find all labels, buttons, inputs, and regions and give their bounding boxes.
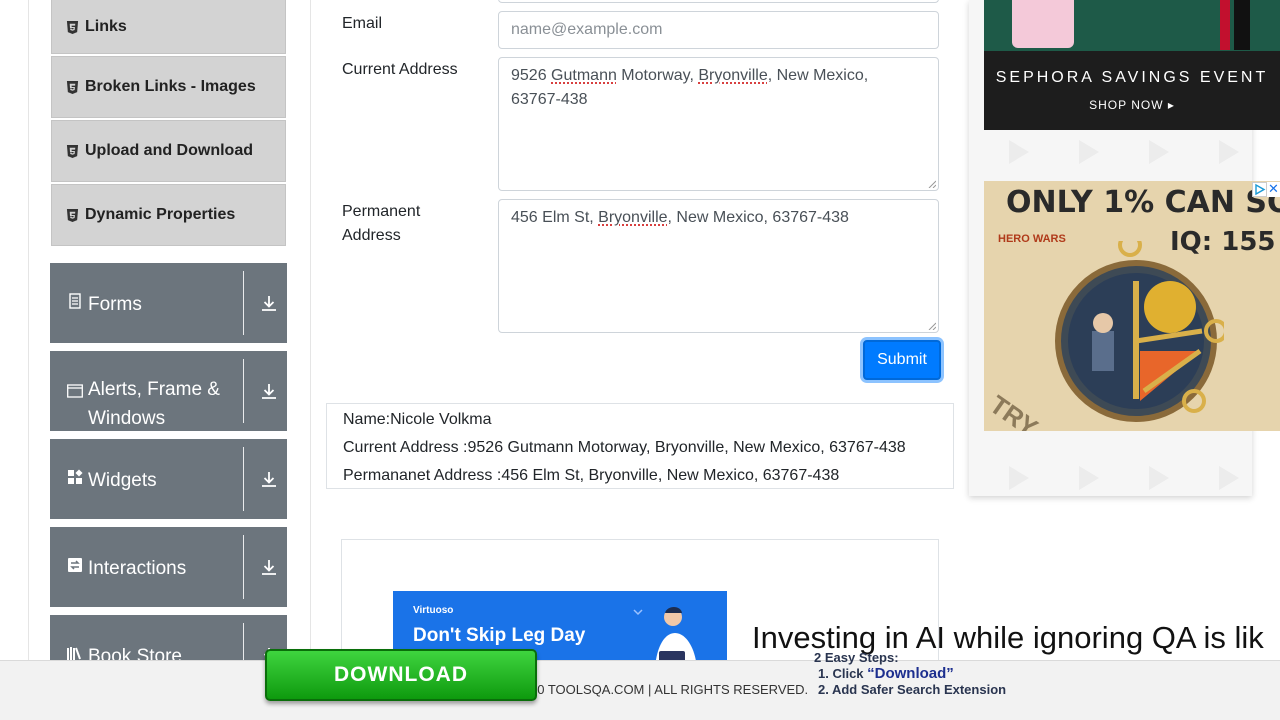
puzzle-illustration-icon [1055,241,1224,422]
sephora-ad[interactable]: SEPHORA SAVINGS EVENT SHOP NOW ▸ [984,0,1280,130]
html5-icon [66,144,79,158]
sephora-shop-now[interactable]: SHOP NOW ▸ [984,98,1280,112]
sidebar-group-alerts[interactable]: Alerts, Frame & Windows [50,351,287,431]
download-arrow-icon[interactable] [260,470,278,488]
sidebar-item-label: Dynamic Properties [85,206,236,223]
current-address-textarea[interactable]: 9526 Gutmann Motorway, Bryonville, New M… [498,57,939,191]
email-label: Email [342,15,383,32]
address-text: , New Mexico, [767,67,869,84]
resize-handle-icon[interactable] [928,180,936,188]
sidebar-group-label: Forms [88,294,142,315]
address-text: 9526 [511,67,552,84]
footer-copyright: 20 TOOLSQA.COM | ALL RIGHTS RESERVED. [530,682,809,697]
product-image [1234,0,1250,50]
download-steps: 2 Easy Steps: 1. Click “Download” 2. Add… [814,650,1006,698]
sidebar-item-label: Links [85,18,127,35]
address-text: 63767-438 [511,91,588,108]
group-divider [243,535,244,599]
sidebar-item-label: Broken Links - Images [85,78,256,95]
output-current-address: Current Address :9526 Gutmann Motorway, … [343,439,906,456]
label-line: Permanent [342,203,421,220]
address-text: , New Mexico, 63767-438 [667,209,849,226]
widgets-icon [68,469,83,484]
html5-icon [66,80,79,94]
ad-brand: Virtuoso [413,605,454,616]
form-icon [69,293,81,309]
permanent-address-textarea[interactable]: 456 Elm St, Bryonville, New Mexico, 6376… [498,199,939,333]
address-text: Motorway, [616,67,699,84]
hero-wars-ad[interactable]: ONLY 1% CAN SOLVE! IQ: 155 HERO WARS TRY [984,181,1280,431]
sidebar-group-forms[interactable]: Forms [50,263,287,343]
sidebar-group-widgets[interactable]: Widgets [50,439,287,519]
sidebar-group-interactions[interactable]: Interactions [50,527,287,607]
submit-button[interactable]: Submit [863,340,941,380]
sidebar-group-label: Interactions [88,558,187,579]
adchoices-icon[interactable] [1252,182,1267,197]
permanent-address-label: Permanent Address [342,200,420,248]
product-image [1220,0,1230,50]
step-2: 2. Add Safer Search Extension [818,682,1007,697]
step-text: 1. Click [818,666,868,681]
sidebar-item-broken-links[interactable]: Broken Links - Images [51,56,286,118]
sidebar-group-label: Widgets [88,470,157,491]
chevron-down-icon [633,609,643,616]
html5-icon [66,20,79,34]
sephora-title: SEPHORA SAVINGS EVENT [995,69,1269,86]
step-download-link[interactable]: “Download” [867,665,954,682]
interactions-icon [68,558,82,572]
resize-handle-icon[interactable] [928,322,936,330]
sidebar-item-links[interactable]: Links [51,0,286,54]
output-panel: Name:Nicole Volkma Current Address :9526… [326,403,954,489]
spellcheck-word: Bryonville [698,67,768,84]
current-address-label: Current Address [342,61,458,78]
group-divider [243,447,244,511]
group-divider [243,271,244,335]
ad-headline: Don't Skip Leg Day [413,625,586,646]
email-placeholder: name@example.com [511,21,663,38]
steps-title: 2 Easy Steps: [814,650,899,665]
game-try-label: TRY [984,389,1044,431]
spellcheck-word: Bryonville [598,209,668,226]
sidebar-group-label: Alerts, Frame & Windows [88,379,220,429]
download-arrow-icon[interactable] [260,382,278,400]
address-text: 456 Elm St, [511,209,599,226]
full-name-field-edge[interactable] [498,0,939,3]
download-button[interactable]: DOWNLOAD [265,649,537,701]
step-1: 1. Click “Download” [814,666,1006,682]
book-icon [67,647,81,660]
spellcheck-word: Gutmann [551,67,617,84]
download-arrow-icon[interactable] [260,558,278,576]
output-name: Name:Nicole Volkma [343,411,492,428]
email-field[interactable]: name@example.com [498,11,939,49]
download-arrow-icon[interactable] [260,294,278,312]
sidebar-item-upload-download[interactable]: Upload and Download [51,120,286,182]
left-divider [28,0,29,660]
group-divider [243,359,244,423]
window-icon [67,384,83,398]
sidebar-item-dynamic-properties[interactable]: Dynamic Properties [51,184,286,246]
close-icon[interactable]: ✕ [1267,182,1280,197]
content-divider [310,0,311,660]
output-permanent-address: Permananet Address :456 Elm St, Bryonvil… [343,467,840,484]
label-line: Address [342,227,401,244]
game-ad-title: ONLY 1% CAN SOLVE! [1006,185,1280,220]
html5-icon [66,208,79,222]
sidebar-item-label: Upload and Download [85,142,253,159]
product-image [1012,0,1074,48]
